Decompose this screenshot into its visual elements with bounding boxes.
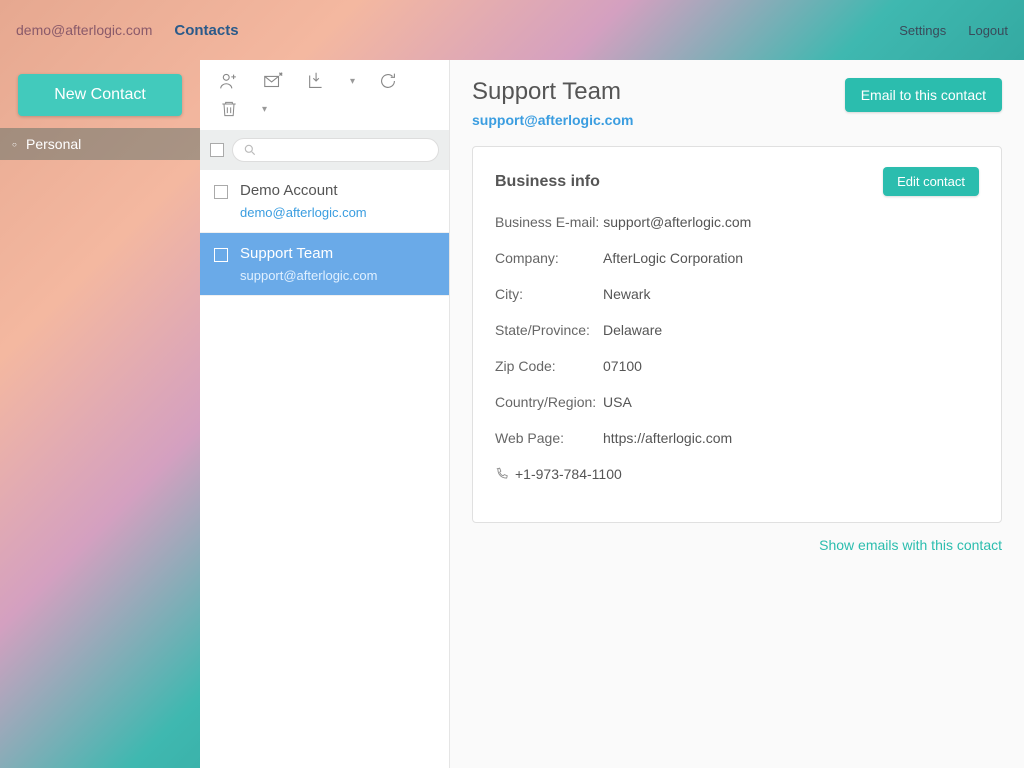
top-bar: demo@afterlogic.com Contacts Settings Lo… xyxy=(0,0,1024,60)
field-value: AfterLogic Corporation xyxy=(603,250,743,266)
field-label: Country/Region: xyxy=(495,394,599,410)
contact-email: support@afterlogic.com xyxy=(240,268,377,283)
chevron-down-icon[interactable]: ▾ xyxy=(262,104,267,115)
field-value: https://afterlogic.com xyxy=(603,430,732,446)
card-title: Business info xyxy=(495,173,600,191)
search-bar xyxy=(200,130,449,170)
field-value: 07100 xyxy=(603,358,642,374)
account-label[interactable]: demo@afterlogic.com xyxy=(16,22,152,38)
contact-list-column: ▾ ▾ Demo Account demo@afterlogic.com xyxy=(200,60,450,768)
list-item[interactable]: Demo Account demo@afterlogic.com xyxy=(200,170,449,233)
sidebar-item-personal[interactable]: Personal xyxy=(0,128,200,160)
import-icon[interactable] xyxy=(306,70,328,92)
field-label: Web Page: xyxy=(495,430,599,446)
new-contact-button[interactable]: New Contact xyxy=(18,74,182,116)
field-value: USA xyxy=(603,394,632,410)
row-checkbox[interactable] xyxy=(214,185,228,199)
field-label: City: xyxy=(495,286,599,302)
logout-link[interactable]: Logout xyxy=(968,23,1008,38)
field-value: Newark xyxy=(603,286,650,302)
select-all-checkbox[interactable] xyxy=(210,143,224,157)
show-emails-link[interactable]: Show emails with this contact xyxy=(819,537,1002,553)
tab-contacts[interactable]: Contacts xyxy=(174,22,238,39)
field-value: Delaware xyxy=(603,322,662,338)
field-label: Zip Code: xyxy=(495,358,599,374)
email-contact-button[interactable]: Email to this contact xyxy=(845,78,1002,112)
field-label: Company: xyxy=(495,250,599,266)
contact-email: demo@afterlogic.com xyxy=(240,205,367,220)
sidebar: New Contact Personal xyxy=(0,60,200,768)
phone-icon xyxy=(495,467,509,481)
search-input[interactable] xyxy=(232,138,439,162)
detail-pane: Support Team support@afterlogic.com Emai… xyxy=(450,60,1024,768)
refresh-icon[interactable] xyxy=(377,70,399,92)
contact-name: Support Team xyxy=(240,245,377,262)
field-value: support@afterlogic.com xyxy=(603,214,751,230)
settings-link[interactable]: Settings xyxy=(899,23,946,38)
chevron-down-icon[interactable]: ▾ xyxy=(350,76,355,87)
list-toolbar: ▾ xyxy=(200,60,449,98)
business-info-card: Business info Edit contact Business E-ma… xyxy=(472,146,1002,523)
detail-email[interactable]: support@afterlogic.com xyxy=(472,112,633,128)
trash-icon[interactable] xyxy=(218,98,240,120)
field-label: State/Province: xyxy=(495,322,599,338)
contact-name: Demo Account xyxy=(240,182,367,199)
field-value: +1-973-784-1100 xyxy=(515,466,622,482)
row-checkbox[interactable] xyxy=(214,248,228,262)
compose-icon[interactable] xyxy=(262,70,284,92)
new-contact-icon[interactable] xyxy=(218,70,240,92)
edit-contact-button[interactable]: Edit contact xyxy=(883,167,979,196)
search-icon xyxy=(243,143,257,157)
detail-title: Support Team xyxy=(472,78,633,106)
field-label: Business E-mail: xyxy=(495,214,599,230)
list-item[interactable]: Support Team support@afterlogic.com xyxy=(200,233,449,296)
